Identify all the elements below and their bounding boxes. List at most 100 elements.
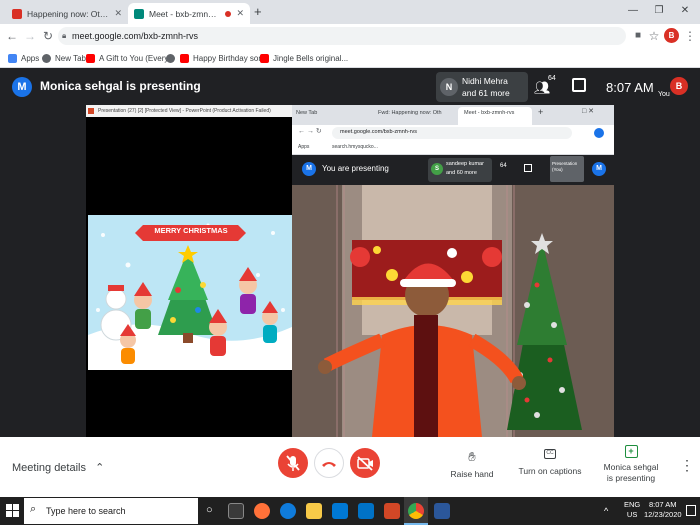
inner-presenting-label: You are presenting <box>322 164 389 173</box>
people-icon[interactable]: 👥︎ <box>534 80 551 96</box>
windows-start-icon[interactable] <box>6 504 20 518</box>
menu-icon[interactable]: ⋮ <box>682 28 698 44</box>
minimize-icon[interactable]: — <box>622 2 644 20</box>
address-text: meet.google.com/bxb-zmnh-rvs <box>72 31 199 41</box>
mic-off-icon <box>286 455 300 471</box>
language-line2: US <box>626 510 638 519</box>
presenting-button[interactable]: + Monica sehgal is presenting <box>600 445 662 484</box>
taskbar-clock[interactable]: 8:07 AM 12/23/2020 <box>644 500 682 520</box>
language-indicator[interactable]: ENG US <box>624 500 640 520</box>
taskbar-search-box[interactable]: ⌕ Type here to search <box>24 498 198 524</box>
forward-icon[interactable]: → <box>22 28 38 44</box>
inner-bookmark-search: search.hmysqucko... <box>332 144 378 150</box>
camera-video-frame <box>292 185 614 437</box>
camera-feed <box>292 185 614 437</box>
mic-toggle-button[interactable] <box>278 448 308 478</box>
camera-off-icon <box>357 456 373 471</box>
shared-screen-area: Presentation (27) [2] [Protected View] -… <box>0 105 700 437</box>
word-icon[interactable] <box>434 503 450 519</box>
edge-icon[interactable] <box>280 503 296 519</box>
close-icon[interactable]: ✕ <box>114 8 122 19</box>
captions-icon: CC <box>544 449 556 459</box>
address-bar[interactable]: 🔒︎ meet.google.com/bxb-zmnh-rvs <box>58 27 626 45</box>
powerpoint-taskbar-icon[interactable] <box>384 503 400 519</box>
bookmark-birthday[interactable]: Happy Birthday son... <box>180 51 269 65</box>
profile-avatar[interactable]: B <box>664 28 679 43</box>
you-label: You <box>658 91 670 98</box>
globe-icon <box>42 53 51 63</box>
taskbar-time: 8:07 AM <box>649 500 677 509</box>
gmail-icon <box>12 8 22 19</box>
powerpoint-window: Presentation (27) [2] [Protected View] -… <box>86 105 292 437</box>
inner-browser-window: New Tab Fwd: Happening now: Oth Meet - b… <box>292 105 614 437</box>
leave-call-button[interactable] <box>314 448 344 478</box>
cortana-icon[interactable]: ○ <box>206 504 213 516</box>
presenter-avatar: M <box>12 77 32 97</box>
inner-bookmarks: Apps search.hmysqucko... <box>292 141 614 155</box>
lock-icon: 🔒︎ <box>62 31 67 40</box>
close-window-icon[interactable]: ✕ <box>674 2 696 20</box>
inner-profile-icon <box>594 128 604 138</box>
restore-icon[interactable]: ❐ <box>648 2 670 20</box>
camera-icon[interactable]: ■ <box>630 28 646 44</box>
file-explorer-icon[interactable] <box>306 503 322 519</box>
new-tab-button[interactable]: + <box>254 4 262 19</box>
back-icon[interactable]: ← <box>4 28 20 44</box>
youtube-icon <box>260 53 269 63</box>
bookmark-apps[interactable]: Apps <box>8 51 39 65</box>
captions-label: Turn on captions <box>518 466 582 476</box>
inner-tab-happening: Fwd: Happening now: Oth <box>378 110 442 116</box>
captions-button[interactable]: CC Turn on captions <box>516 449 584 476</box>
close-icon[interactable]: ✕ <box>236 8 244 19</box>
people-count: 64 <box>548 75 556 82</box>
bookmark-gift[interactable]: A Gift to You (Every... <box>86 51 174 65</box>
chrome-icon <box>408 503 424 519</box>
meet-icon <box>134 8 144 19</box>
participant-more: and 61 more <box>462 88 510 98</box>
inner-new-tab-icon: + <box>538 107 544 117</box>
bookmark-label: New Tab <box>55 53 86 63</box>
tray-chevron-icon[interactable]: ^ <box>604 506 608 516</box>
bookmark-blank[interactable] <box>166 51 175 65</box>
raise-hand-button[interactable]: ✋︎ Raise hand <box>446 449 498 479</box>
bookmark-jingle[interactable]: Jingle Bells original... <box>260 51 348 65</box>
tab-title: Meet - bxb-zmnh-rvs <box>149 8 221 19</box>
meeting-details-button[interactable]: Meeting details ⌃ <box>12 461 104 474</box>
inner-tab-title: Meet - bxb-zmnh-rvs <box>464 110 515 116</box>
powerpoint-icon <box>88 108 94 114</box>
camera-toggle-button[interactable] <box>350 448 380 478</box>
tab-happening-now[interactable]: Happening now: Othilia Fernand ✕ <box>6 3 128 24</box>
self-avatar[interactable]: B <box>670 77 688 95</box>
bookmark-new-tab[interactable]: New Tab <box>42 51 86 65</box>
tab-title: Happening now: Othilia Fernand <box>27 8 109 19</box>
browser-tab-strip: Happening now: Othilia Fernand ✕ Meet - … <box>0 0 700 24</box>
christmas-illustration <box>88 215 292 370</box>
chrome-taskbar-button[interactable] <box>404 497 428 525</box>
powerpoint-title: Presentation (27) [2] [Protected View] -… <box>98 108 271 114</box>
notification-icon[interactable] <box>686 505 696 516</box>
chat-icon[interactable] <box>572 78 586 92</box>
meet-controls-bar: Meeting details ⌃ ✋︎ Raise hand CC Turn … <box>0 437 700 497</box>
presenting-line2: is presenting <box>606 473 656 483</box>
star-icon[interactable]: ☆ <box>646 28 662 44</box>
youtube-icon <box>86 53 95 63</box>
tab-meet[interactable]: Meet - bxb-zmnh-rvs ✕ <box>128 3 250 24</box>
inner-participant-tile: S sandeep kumar and 60 more <box>428 158 492 182</box>
task-view-icon[interactable] <box>228 503 244 519</box>
inner-tab-meet: Meet - bxb-zmnh-rvs <box>458 107 532 125</box>
hand-icon: ✋︎ <box>468 449 476 464</box>
inner-toolbar: ← → ↻ meet.google.com/bxb-zmnh-rvs <box>292 125 614 141</box>
more-options-icon[interactable]: ⋮ <box>680 457 694 474</box>
browser-toolbar: ← → ↻ 🔒︎ meet.google.com/bxb-zmnh-rvs ■ … <box>0 24 700 48</box>
apps-grid-icon <box>8 53 17 63</box>
reload-icon[interactable]: ↻ <box>40 28 56 44</box>
store-icon[interactable] <box>332 503 348 519</box>
inner-participant-avatar: S <box>431 163 443 175</box>
firefox-icon[interactable] <box>254 503 270 519</box>
mail-icon[interactable] <box>358 503 374 519</box>
inner-url: meet.google.com/bxb-zmnh-rvs <box>340 129 418 135</box>
participant-tile[interactable]: N Nidhi Mehra and 61 more <box>436 72 528 102</box>
clock-time: 8:07 AM <box>606 80 654 95</box>
raise-hand-label: Raise hand <box>450 469 494 479</box>
inner-presenter-avatar: M <box>302 162 316 176</box>
